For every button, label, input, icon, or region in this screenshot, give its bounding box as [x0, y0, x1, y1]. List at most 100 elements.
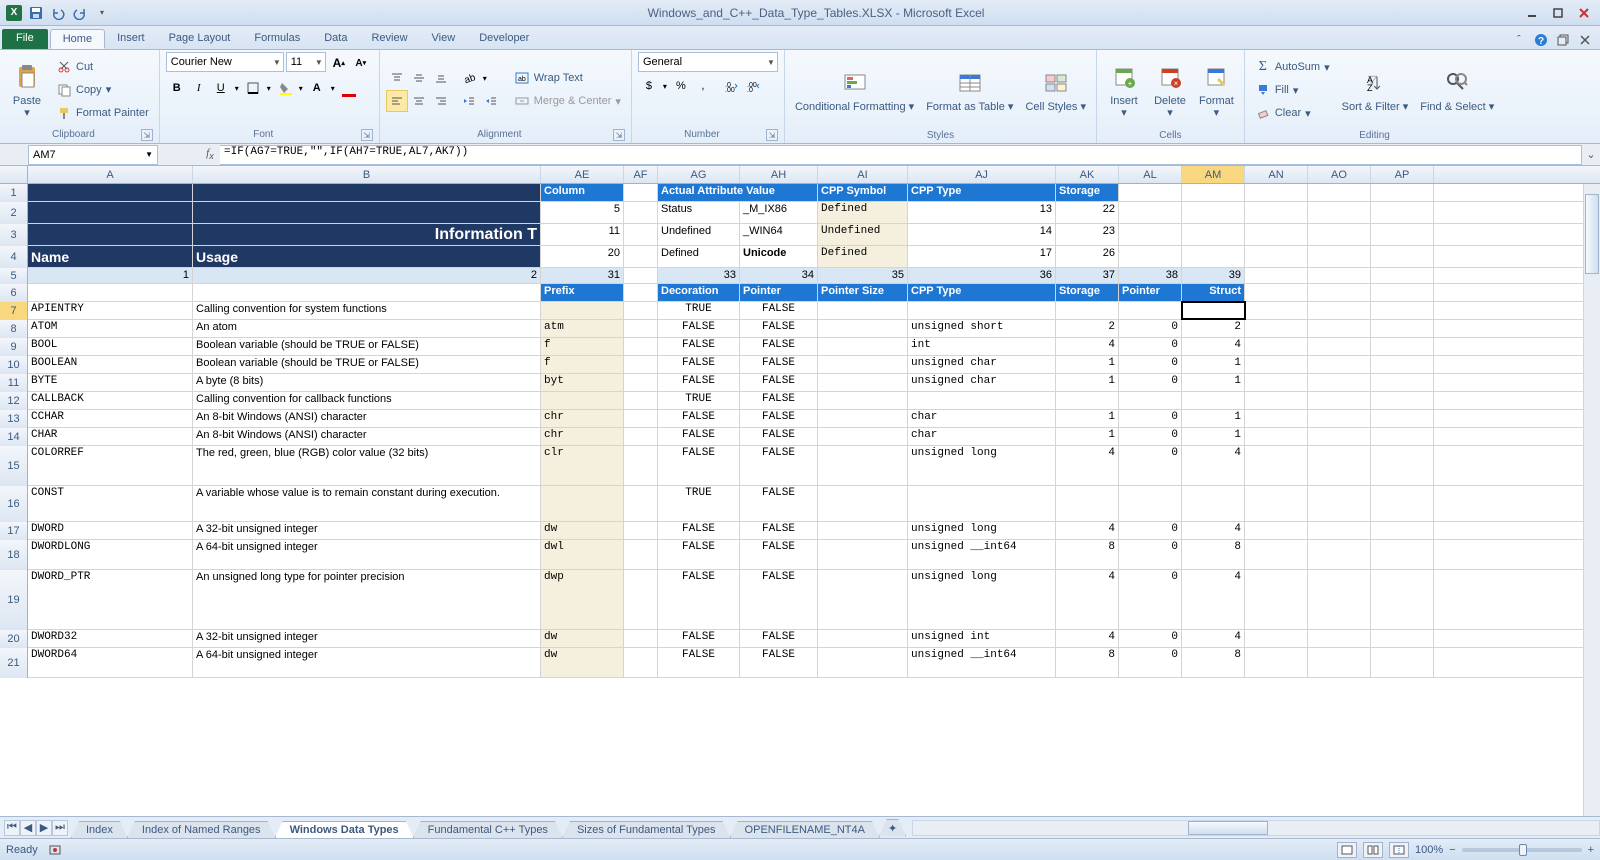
- cell[interactable]: 2: [1182, 320, 1245, 337]
- cell[interactable]: Pointer: [1119, 284, 1182, 301]
- cell[interactable]: [908, 486, 1056, 521]
- cell[interactable]: CPP Symbol: [818, 184, 908, 201]
- column-header[interactable]: AJ: [908, 166, 1056, 183]
- cell[interactable]: 1: [1182, 374, 1245, 391]
- cell[interactable]: [818, 428, 908, 445]
- cell[interactable]: [624, 224, 658, 245]
- tab-view[interactable]: View: [420, 29, 468, 49]
- cell[interactable]: 4: [1182, 522, 1245, 539]
- row-header[interactable]: 19: [0, 570, 28, 630]
- cell[interactable]: [624, 630, 658, 647]
- cell[interactable]: Defined: [818, 202, 908, 223]
- cell[interactable]: [193, 202, 541, 223]
- cell[interactable]: 11: [541, 224, 624, 245]
- tab-prev-icon[interactable]: ◀: [20, 820, 36, 836]
- cell[interactable]: [1371, 446, 1434, 485]
- cell[interactable]: TRUE: [658, 302, 740, 319]
- cell[interactable]: Storage: [1056, 184, 1119, 201]
- autosum-button[interactable]: ΣAutoSum ▾: [1251, 56, 1334, 78]
- cell[interactable]: DWORD32: [28, 630, 193, 647]
- row-header[interactable]: 21: [0, 648, 28, 678]
- cell[interactable]: BOOLEAN: [28, 356, 193, 373]
- cell[interactable]: [624, 246, 658, 267]
- cell[interactable]: 0: [1119, 374, 1182, 391]
- row-header[interactable]: 10: [0, 356, 28, 374]
- cell[interactable]: char: [908, 428, 1056, 445]
- cell[interactable]: 0: [1119, 428, 1182, 445]
- cell[interactable]: 33: [658, 268, 740, 283]
- cell[interactable]: [1308, 224, 1371, 245]
- cell[interactable]: 8: [1056, 648, 1119, 677]
- cell[interactable]: FALSE: [740, 446, 818, 485]
- cell[interactable]: FALSE: [740, 570, 818, 629]
- cell[interactable]: [1371, 392, 1434, 409]
- cell[interactable]: unsigned __int64: [908, 540, 1056, 569]
- shrink-font-icon[interactable]: A▾: [350, 52, 372, 74]
- cell[interactable]: dw: [541, 630, 624, 647]
- cell[interactable]: FALSE: [658, 570, 740, 629]
- cell[interactable]: [1119, 302, 1182, 319]
- cell[interactable]: 0: [1119, 410, 1182, 427]
- redo-icon[interactable]: [70, 3, 90, 23]
- cell[interactable]: int: [908, 338, 1056, 355]
- cell[interactable]: [1308, 302, 1371, 319]
- cell[interactable]: 8: [1056, 540, 1119, 569]
- cell[interactable]: 37: [1056, 268, 1119, 283]
- align-right-icon[interactable]: [430, 90, 452, 112]
- cell[interactable]: 8: [1182, 648, 1245, 677]
- cell[interactable]: BOOL: [28, 338, 193, 355]
- cell[interactable]: 2: [193, 268, 541, 283]
- cell[interactable]: FALSE: [740, 410, 818, 427]
- cell[interactable]: 34: [740, 268, 818, 283]
- cell[interactable]: [1308, 284, 1371, 301]
- cell[interactable]: A 32-bit unsigned integer: [193, 630, 541, 647]
- fontcolor-dd[interactable]: ▾: [328, 77, 338, 99]
- underline-dd[interactable]: ▾: [232, 77, 242, 99]
- cell[interactable]: [1182, 246, 1245, 267]
- cell[interactable]: FALSE: [658, 428, 740, 445]
- cut-button[interactable]: Cut: [52, 56, 153, 78]
- help-icon[interactable]: ?: [1532, 31, 1550, 49]
- cell[interactable]: Calling convention for callback function…: [193, 392, 541, 409]
- fx-icon[interactable]: fx: [200, 145, 220, 165]
- column-header[interactable]: AI: [818, 166, 908, 183]
- cell[interactable]: _M_IX86: [740, 202, 818, 223]
- cell[interactable]: FALSE: [658, 446, 740, 485]
- cell[interactable]: byt: [541, 374, 624, 391]
- cell[interactable]: [1182, 202, 1245, 223]
- cell[interactable]: [1182, 184, 1245, 201]
- cell[interactable]: [1308, 320, 1371, 337]
- cell[interactable]: An unsigned long type for pointer precis…: [193, 570, 541, 629]
- cell[interactable]: Unicode: [740, 246, 818, 267]
- cell[interactable]: [818, 302, 908, 319]
- increase-decimal-icon[interactable]: .0.00: [720, 75, 742, 97]
- tab-last-icon[interactable]: ⏭: [52, 820, 68, 836]
- cell[interactable]: [624, 356, 658, 373]
- sheet-tab[interactable]: Sizes of Fundamental Types: [562, 821, 731, 838]
- column-header[interactable]: AO: [1308, 166, 1371, 183]
- column-header[interactable]: AL: [1119, 166, 1182, 183]
- cell[interactable]: [624, 410, 658, 427]
- currency-dd[interactable]: ▾: [660, 75, 670, 97]
- font-size-combo[interactable]: 11▼: [286, 52, 326, 72]
- orient-dd[interactable]: ▾: [480, 67, 490, 89]
- sort-filter-button[interactable]: AZSort & Filter ▾: [1338, 52, 1413, 128]
- cell[interactable]: [1245, 202, 1308, 223]
- zoom-in-icon[interactable]: +: [1588, 844, 1594, 856]
- increase-indent-icon[interactable]: [480, 90, 502, 112]
- formula-input[interactable]: =IF(AG7=TRUE,"",IF(AH7=TRUE,AL7,AK7)): [220, 145, 1582, 165]
- cell[interactable]: BYTE: [28, 374, 193, 391]
- cell[interactable]: FALSE: [740, 486, 818, 521]
- cell[interactable]: clr: [541, 446, 624, 485]
- cell[interactable]: 1: [1056, 410, 1119, 427]
- view-layout-icon[interactable]: [1363, 842, 1383, 858]
- zoom-level[interactable]: 100%: [1415, 844, 1443, 856]
- cell[interactable]: unsigned long: [908, 446, 1056, 485]
- italic-button[interactable]: I: [188, 77, 210, 99]
- cell[interactable]: FALSE: [658, 374, 740, 391]
- cell[interactable]: f: [541, 338, 624, 355]
- decrease-indent-icon[interactable]: [458, 90, 480, 112]
- cell[interactable]: [1245, 356, 1308, 373]
- cell[interactable]: [1308, 410, 1371, 427]
- column-header[interactable]: AP: [1371, 166, 1434, 183]
